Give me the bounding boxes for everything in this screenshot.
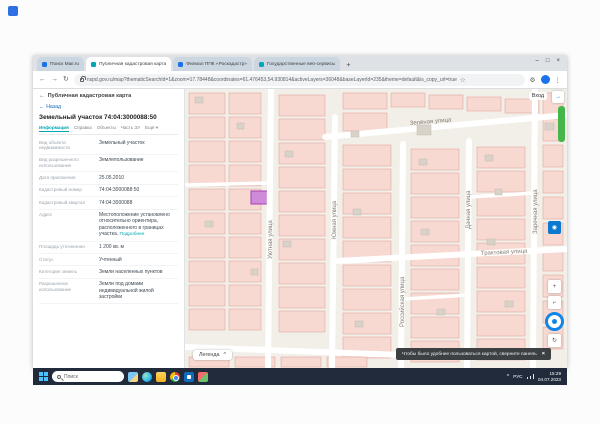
- layers-button[interactable]: ◉: [548, 221, 561, 234]
- app-title: Публичная кадастровая карта: [48, 93, 132, 99]
- selected-parcel[interactable]: [251, 191, 269, 204]
- tab-information[interactable]: Информация: [39, 125, 69, 132]
- attribute-row: Кадастровый номер 74:04:3000088:50: [39, 185, 178, 197]
- browser-tab-strip: Поиск Mail.ru Публичная кадастровая карт…: [33, 55, 567, 71]
- lock-icon: [80, 78, 84, 82]
- taskbar-clock[interactable]: 15:29 04.07.2023: [538, 371, 561, 382]
- widgets-icon[interactable]: [128, 372, 138, 382]
- map-hint-tooltip: Чтобы было удобнее пользоваться картой, …: [396, 348, 551, 360]
- login-button[interactable]: Вход: [529, 92, 547, 100]
- tab-favicon: [259, 62, 264, 67]
- tray-expand-icon[interactable]: ^: [507, 374, 510, 380]
- tab-parcel-part[interactable]: Часть ЗУ: [121, 125, 140, 132]
- taskbar-search[interactable]: Поиск: [52, 371, 124, 382]
- browser-tab-3[interactable]: Филиал ППК «Роскадастр»: [173, 57, 252, 71]
- back-arrow-icon: ←: [39, 104, 44, 110]
- file-explorer-icon[interactable]: [156, 372, 166, 382]
- share-button[interactable]: →: [552, 91, 564, 103]
- clock-date: 04.07.2023: [538, 377, 561, 383]
- profile-avatar[interactable]: [541, 75, 550, 84]
- tab-reference[interactable]: Справка: [74, 125, 92, 132]
- tab-favicon: [91, 62, 96, 67]
- new-tab-button[interactable]: +: [342, 62, 354, 71]
- refresh-button[interactable]: ↻: [63, 76, 69, 83]
- attribute-row-address: Адрес Местоположение установлено относит…: [39, 210, 178, 242]
- street-label: Южная улица: [332, 200, 338, 239]
- back-link[interactable]: ← Назад: [39, 102, 178, 112]
- chrome-icon[interactable]: [170, 372, 180, 382]
- address-more-link[interactable]: Подробнее: [120, 232, 145, 238]
- locate-button[interactable]: [545, 312, 564, 331]
- search-icon: [57, 375, 61, 379]
- bookmark-star-icon[interactable]: ☆: [460, 76, 466, 84]
- attribute-row: Дата присвоения 25.05.2010: [39, 172, 178, 184]
- street-label: Уютная улица: [268, 220, 274, 259]
- attribute-row: Разрешенное использование Земли под дома…: [39, 279, 178, 304]
- panel-back-icon[interactable]: ←: [39, 93, 45, 99]
- measure-button[interactable]: ⌐: [548, 296, 561, 309]
- panel-tabs: Информация Справка Объекты Часть ЗУ Ещё …: [39, 125, 178, 135]
- layers-icon: ◉: [552, 224, 557, 231]
- reset-view-button[interactable]: ↻: [548, 334, 561, 347]
- url-text: nspd.gov.ru/map?thematicSearchId=1&zoom=…: [87, 77, 457, 83]
- tab-favicon: [42, 62, 47, 67]
- street-label: Дачная улица: [466, 190, 472, 229]
- browser-toolbar: ← → ↻ nspd.gov.ru/map?thematicSearchId=1…: [33, 71, 567, 89]
- back-button[interactable]: ←: [39, 76, 46, 83]
- desktop-shortcut-icon[interactable]: [8, 6, 18, 16]
- map-tools-strip[interactable]: [558, 106, 565, 142]
- browser-tab-1[interactable]: Поиск Mail.ru: [37, 57, 84, 71]
- windows-taskbar: Поиск ^ РУС 15:29 04.07.2023: [33, 368, 567, 385]
- cadastral-map[interactable]: Зелёная улица Трактовая улица Заречная у…: [185, 89, 567, 368]
- browser-tab-2[interactable]: Публичная кадастровая карта: [86, 57, 171, 71]
- tab-objects[interactable]: Объекты: [97, 125, 116, 132]
- window-minimize-button[interactable]: –: [536, 58, 539, 64]
- address-bar[interactable]: nspd.gov.ru/map?thematicSearchId=1&zoom=…: [74, 74, 525, 86]
- start-button[interactable]: [39, 372, 48, 381]
- tooltip-close-icon[interactable]: ×: [542, 351, 545, 357]
- tab-title: Публичная кадастровая карта: [99, 62, 166, 67]
- language-indicator[interactable]: РУС: [513, 374, 522, 379]
- tab-more[interactable]: Ещё ▾: [145, 125, 158, 132]
- attribute-row: Площадь уточненная 1 200 кв. м: [39, 242, 178, 254]
- map-controls: ◉ + ⌐ ↻: [545, 221, 564, 347]
- browser-tab-4[interactable]: Государственные веб-сервисы: [254, 57, 340, 71]
- tab-title: Поиск Mail.ru: [50, 62, 79, 67]
- map-canvas: Зелёная улица Трактовая улица Заречная у…: [185, 89, 567, 368]
- zoom-in-button[interactable]: +: [548, 280, 561, 293]
- street-label: Российская улица: [399, 276, 406, 327]
- tab-title: Государственные веб-сервисы: [267, 62, 335, 67]
- street-label: Заречная улица: [533, 189, 539, 234]
- parcel-info-panel: ← Публичная кадастровая карта ← Назад Зе…: [33, 89, 185, 368]
- attribute-row: Категория земель Земли населенных пункто…: [39, 266, 178, 278]
- browser-menu-icon[interactable]: ⋮: [555, 76, 562, 84]
- legend-button[interactable]: Легенда ^: [193, 350, 232, 360]
- window-maximize-button[interactable]: □: [546, 58, 550, 64]
- forward-button[interactable]: →: [51, 76, 58, 83]
- parcel-title: Земельный участок 74:04:3000088:50: [39, 112, 178, 125]
- photos-icon[interactable]: [198, 372, 208, 382]
- network-icon[interactable]: [527, 374, 535, 379]
- extensions-icon[interactable]: ⚙: [530, 76, 536, 84]
- browser-window: Поиск Mail.ru Публичная кадастровая карт…: [33, 55, 567, 368]
- chevron-up-icon: ^: [224, 352, 227, 358]
- attribute-row: Вид разрешенного использования Землеполь…: [39, 155, 178, 173]
- attribute-row: Вид объекта недвижимости Земельный участ…: [39, 137, 178, 155]
- store-icon[interactable]: [184, 372, 194, 382]
- desktop: Поиск Mail.ru Публичная кадастровая карт…: [0, 0, 600, 424]
- attribute-row: Кадастровый квартал 74:04:3000088: [39, 197, 178, 209]
- share-arrow-icon: →: [555, 94, 561, 100]
- system-tray: ^ РУС 15:29 04.07.2023: [507, 371, 561, 382]
- chevron-down-icon: ▾: [156, 125, 158, 130]
- window-close-button[interactable]: ×: [556, 58, 560, 64]
- parcel-attributes: Вид объекта недвижимости Земельный участ…: [39, 137, 178, 304]
- attribute-row: Статус Учтенный: [39, 254, 178, 266]
- tab-title: Филиал ППК «Роскадастр»: [186, 62, 247, 67]
- tab-favicon: [178, 62, 183, 67]
- edge-icon[interactable]: [142, 372, 152, 382]
